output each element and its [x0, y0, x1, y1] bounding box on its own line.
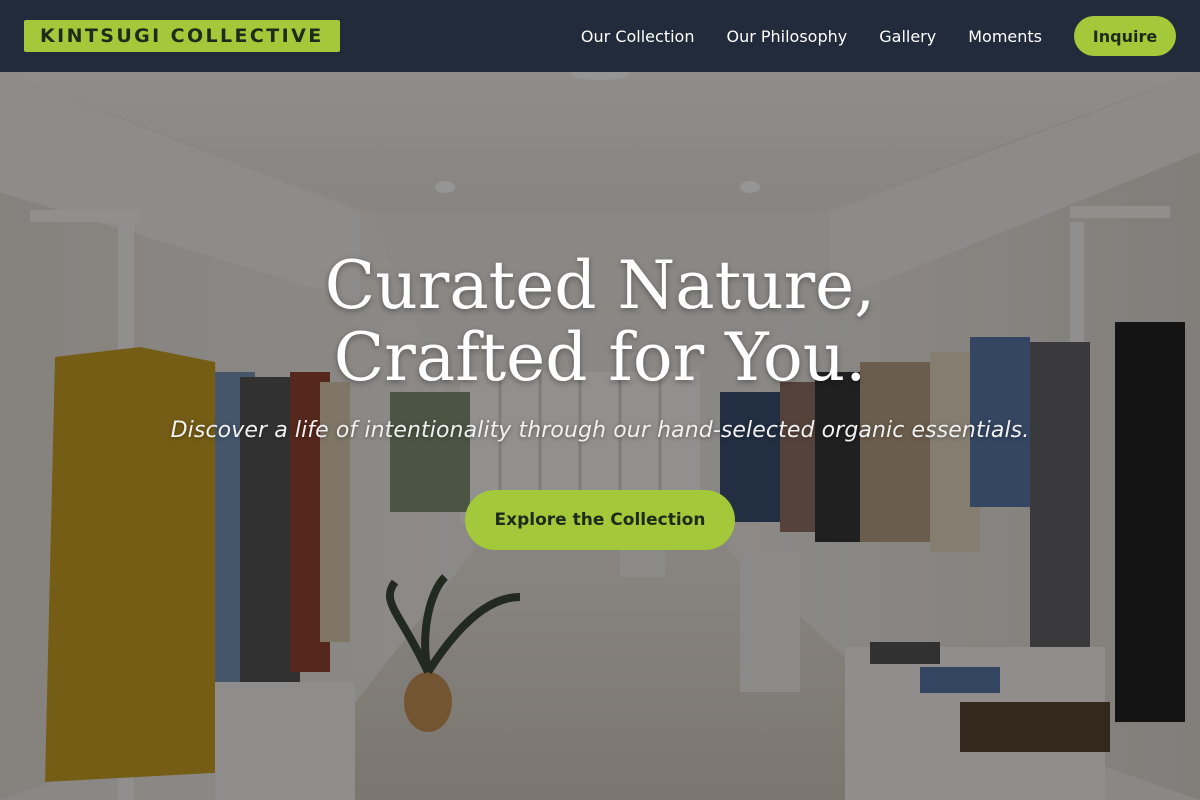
hero-title: Curated Nature, Crafted for You. [0, 250, 1200, 394]
nav-link-our-philosophy[interactable]: Our Philosophy [726, 27, 847, 46]
hero-section: Curated Nature, Crafted for You. Discove… [0, 72, 1200, 800]
hero-title-line-2: Crafted for You. [333, 319, 867, 396]
hero-subtitle: Discover a life of intentionality throug… [170, 418, 1030, 443]
nav-link-moments[interactable]: Moments [968, 27, 1042, 46]
hero-content: Curated Nature, Crafted for You. Discove… [0, 72, 1200, 800]
inquire-button[interactable]: Inquire [1074, 16, 1176, 56]
nav-link-our-collection[interactable]: Our Collection [581, 27, 695, 46]
nav-link-gallery[interactable]: Gallery [879, 27, 936, 46]
explore-collection-button[interactable]: Explore the Collection [465, 490, 735, 550]
top-navbar: KINTSUGI COLLECTIVE Our Collection Our P… [0, 0, 1200, 72]
brand-logo[interactable]: KINTSUGI COLLECTIVE [24, 20, 340, 52]
hero-title-line-1: Curated Nature, [324, 247, 876, 324]
nav-links: Our Collection Our Philosophy Gallery Mo… [581, 16, 1176, 56]
